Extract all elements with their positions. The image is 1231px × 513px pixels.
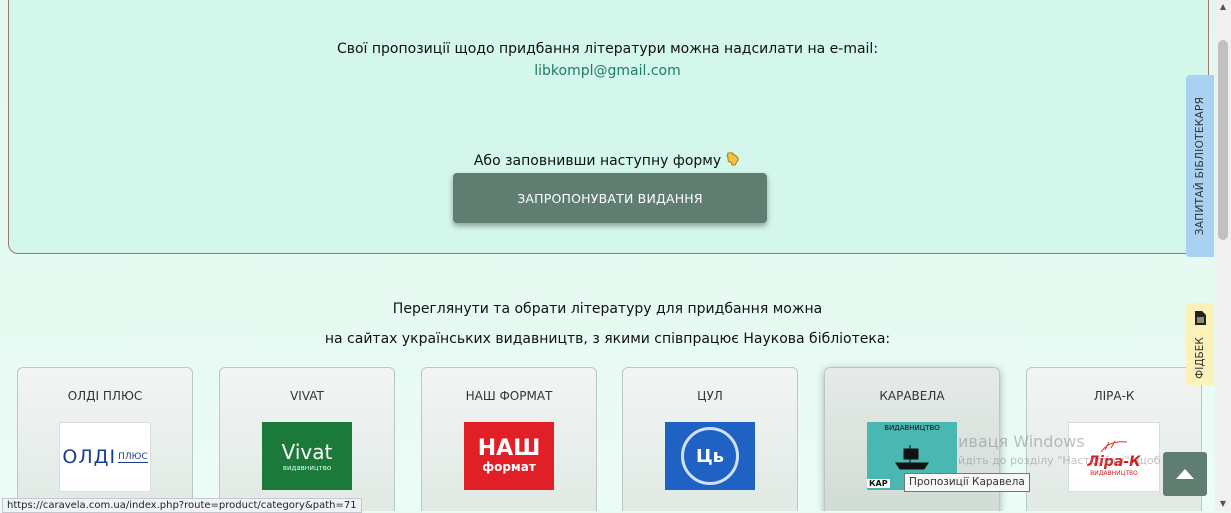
oldi-plus-logo: ОЛДІ ПЛЮС <box>59 422 151 492</box>
document-icon <box>1195 311 1206 325</box>
scroll-up-arrow-icon[interactable]: ▲ <box>1215 2 1231 11</box>
publisher-name: ОЛДІ ПЛЮС <box>67 389 143 403</box>
karavela-logo-text2: КАР <box>867 479 890 488</box>
karavela-logo-text: ВИДАВНИЦТВО <box>884 424 940 432</box>
scroll-down-arrow-icon[interactable]: ▼ <box>1215 499 1231 508</box>
vivat-logo: Vivat видавництво <box>262 422 352 490</box>
windows-activation-watermark: иваця Windows <box>958 432 1085 451</box>
scroll-to-top-button[interactable] <box>1163 452 1207 496</box>
windows-activation-watermark-hint: йдіть до розділу "Настройки", щоб <box>958 454 1161 467</box>
ask-librarian-tab[interactable]: ЗАПИТАЙ БІБЛІОТЕКАРЯ <box>1186 75 1214 257</box>
publisher-card-nash-format[interactable]: НАШ ФОРМАТ НАШ формат <box>421 367 597 511</box>
publisher-name: ЦУЛ <box>697 389 723 403</box>
publisher-name: VIVAT <box>290 389 324 403</box>
oldi-logo-text: ОЛДІ <box>62 446 117 468</box>
vivat-logo-text: Vivat <box>281 440 333 464</box>
pointing-hand-down-icon <box>725 151 741 171</box>
scrollbar-thumb[interactable] <box>1218 40 1228 240</box>
publishers-intro-line1: Переглянути та обрати літературу для при… <box>392 301 823 317</box>
publisher-name: КАРАВЕЛА <box>879 389 945 403</box>
tsul-globe-icon: Ць <box>681 427 739 485</box>
vivat-logo-subtext: видавництво <box>282 464 332 472</box>
tsul-logo-text: Ць <box>695 445 725 467</box>
suggestion-text: Свої пропозиції щодо придбання літератур… <box>336 41 879 57</box>
tsul-logo: Ць <box>665 422 755 490</box>
publishers-intro-line2: на сайтах українських видавництв, з яким… <box>324 331 891 347</box>
plus-logo-text: ПЛЮС <box>118 451 148 463</box>
nash-format-logo: НАШ формат <box>464 422 554 490</box>
publisher-card-oldi-plus[interactable]: ОЛДІ ПЛЮС ОЛДІ ПЛЮС <box>17 367 193 511</box>
form-hint: Або заповнивши наступну форму <box>0 151 1215 171</box>
publisher-name: ЛІРА-К <box>1093 389 1135 403</box>
feedback-label: ФІДБЕК <box>1194 337 1206 379</box>
publisher-name: НАШ ФОРМАТ <box>465 389 553 403</box>
publisher-card-tsul[interactable]: ЦУЛ Ць <box>622 367 798 511</box>
lyre-icon <box>1100 440 1128 452</box>
hover-tooltip: Пропозиції Каравела <box>904 473 1030 492</box>
ship-icon <box>895 444 929 469</box>
feedback-tab[interactable]: ФІДБЕК <box>1186 303 1214 385</box>
propose-publication-button[interactable]: ЗАПРОПОНУВАТИ ВИДАННЯ <box>453 173 767 223</box>
email-link[interactable]: libkompl@gmail.com <box>0 63 1215 79</box>
page-scrollbar[interactable]: ▲ ▼ <box>1215 0 1231 511</box>
triangle-up-icon <box>1176 469 1194 479</box>
format-logo-text: формат <box>482 460 536 474</box>
ask-librarian-label: ЗАПИТАЙ БІБЛІОТЕКАРЯ <box>1194 96 1206 236</box>
form-hint-text: Або заповнивши наступну форму <box>473 153 722 169</box>
publisher-card-vivat[interactable]: VIVAT Vivat видавництво <box>219 367 395 511</box>
lira-logo-subtext: ВИДАВНИЦТВО <box>1090 469 1138 477</box>
nash-logo-text: НАШ <box>477 436 541 461</box>
